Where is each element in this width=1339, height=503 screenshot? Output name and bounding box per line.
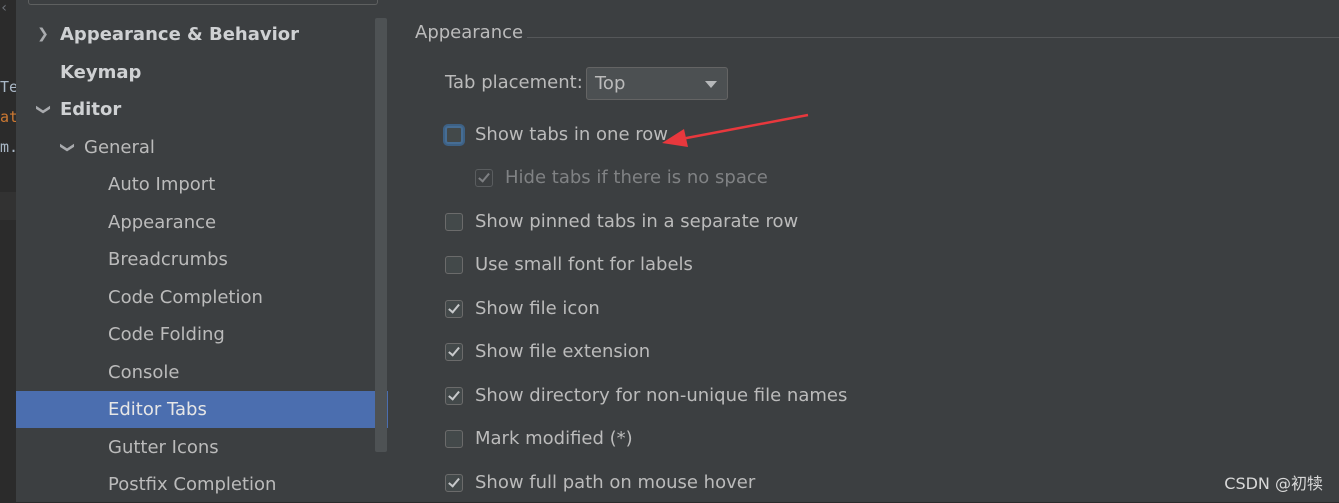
checkbox[interactable] (445, 256, 463, 274)
tab-placement-label: Tab placement: (445, 72, 583, 93)
option-label: Use small font for labels (475, 254, 693, 275)
tree-item-appearance[interactable]: Appearance (16, 204, 376, 241)
editor-tabs-settings-panel: Appearance Tab placement: Top Show tabs … (389, 0, 1339, 502)
checkbox[interactable] (445, 343, 463, 361)
tree-item-editor-tabs[interactable]: Editor Tabs (16, 391, 388, 428)
option-label: Show full path on mouse hover (475, 472, 756, 493)
tab-placement-value: Top (595, 73, 626, 94)
chevron-down-icon[interactable]: ❯ (49, 140, 86, 156)
tree-item-code-folding[interactable]: Code Folding (16, 316, 376, 353)
tree-item-label: Code Completion (108, 287, 263, 308)
tree-item-label: Appearance (108, 212, 217, 233)
tree-item-label: Postfix Completion (108, 474, 277, 495)
settings-search-input[interactable] (28, 0, 378, 5)
tree-item-label: Keymap (60, 62, 142, 83)
tree-item-label: Code Folding (108, 324, 225, 345)
tree-item-gutter-icons[interactable]: Gutter Icons (16, 429, 376, 466)
checkbox[interactable] (445, 430, 463, 448)
tree-item-console[interactable]: Console (16, 354, 376, 391)
option-label: Mark modified (*) (475, 428, 633, 449)
option-label: Show file icon (475, 298, 600, 319)
chevron-down-icon[interactable]: ❯ (25, 102, 62, 118)
group-divider (527, 37, 1339, 38)
tree-item-label: General (84, 137, 155, 158)
checkbox[interactable] (445, 387, 463, 405)
editor-gutter-strip: ‹ Te at m. (0, 0, 16, 502)
dropdown-arrow-icon[interactable] (705, 81, 717, 88)
tree-item-auto-import[interactable]: Auto Import (16, 166, 376, 203)
checkbox[interactable] (445, 126, 463, 144)
option-label: Show file extension (475, 341, 651, 362)
tree-item-appearance-behavior[interactable]: ❯ Appearance & Behavior (16, 16, 376, 53)
tree-item-postfix-completion[interactable]: Postfix Completion (16, 466, 376, 503)
option-label: Show directory for non-unique file names (475, 385, 848, 406)
tree-item-label: Editor (60, 99, 122, 120)
tree-item-breadcrumbs[interactable]: Breadcrumbs (16, 241, 376, 278)
editor-line-highlight (0, 192, 16, 220)
settings-tree: ❯ Appearance & Behavior Keymap ❯ Editor … (16, 0, 389, 502)
watermark: CSDN @初犊 (1224, 474, 1323, 493)
group-title: Appearance (415, 22, 524, 43)
tree-item-code-completion[interactable]: Code Completion (16, 279, 376, 316)
tree-item-label: Auto Import (108, 174, 216, 195)
editor-fragment-line: at (0, 108, 16, 126)
tree-item-label: Appearance & Behavior (60, 24, 300, 45)
editor-fragment-line: Te (0, 78, 16, 96)
option-label: Show tabs in one row (475, 124, 668, 145)
tree-item-label: Breadcrumbs (108, 249, 228, 270)
tree-item-label: Console (108, 362, 180, 383)
checkbox[interactable] (445, 300, 463, 318)
checkbox[interactable] (475, 169, 493, 187)
tree-item-editor[interactable]: ❯ Editor (16, 91, 376, 128)
editor-fragment-top: ‹ (0, 0, 9, 16)
option-label: Show pinned tabs in a separate row (475, 211, 799, 232)
checkbox[interactable] (445, 213, 463, 231)
tree-item-general[interactable]: ❯ General (16, 129, 376, 166)
tab-placement-select[interactable]: Top (586, 67, 728, 100)
tree-item-keymap[interactable]: Keymap (16, 54, 376, 91)
option-label: Hide tabs if there is no space (505, 167, 768, 188)
chevron-right-icon[interactable]: ❯ (35, 16, 51, 53)
tree-item-label: Editor Tabs (108, 399, 207, 420)
sidebar-scrollbar[interactable] (375, 18, 387, 452)
editor-fragment-line: m. (0, 138, 16, 156)
checkbox[interactable] (445, 474, 463, 492)
tree-item-label: Gutter Icons (108, 437, 219, 458)
